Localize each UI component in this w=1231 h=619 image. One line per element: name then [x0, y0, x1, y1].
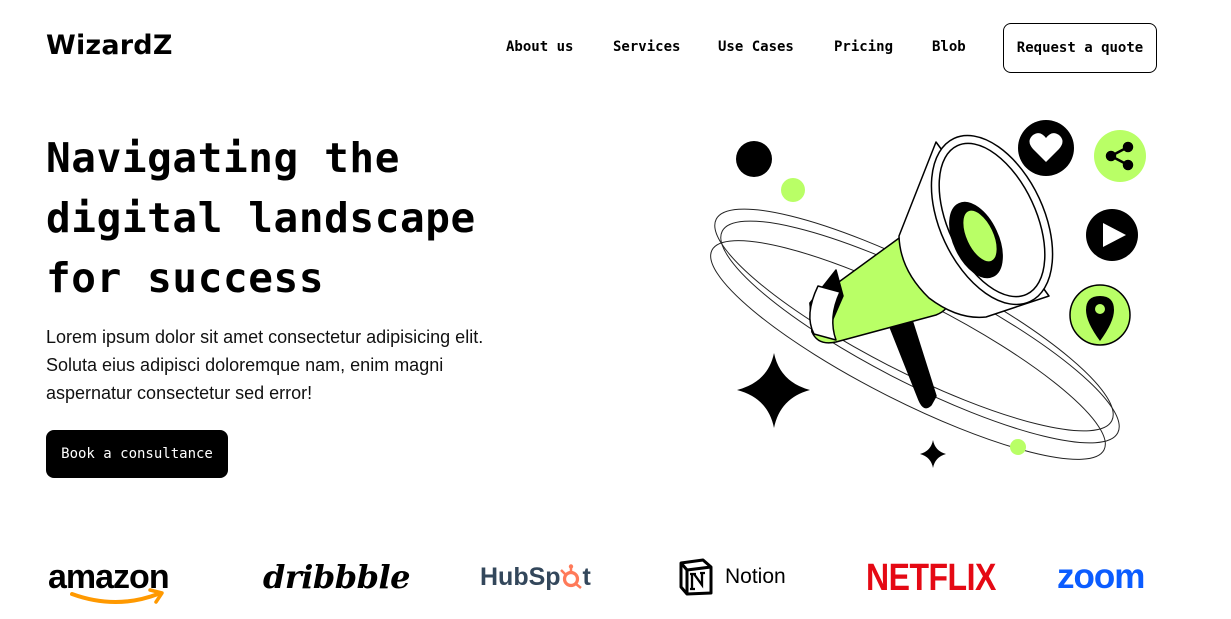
- notion-cube-icon: [679, 558, 713, 596]
- book-consultance-button[interactable]: Book a consultance: [46, 430, 228, 478]
- zoom-wordmark: zoom: [1057, 557, 1145, 596]
- notion-logo: Notion: [677, 545, 786, 609]
- hubspot-logo: HubSp t: [480, 545, 591, 609]
- hubspot-wordmark-suffix: t: [582, 562, 591, 591]
- green-dot: [781, 178, 805, 202]
- hero-description-line: aspernatur consectetur sed error!: [46, 383, 313, 403]
- green-dot: [1010, 439, 1026, 455]
- share-icon: [1094, 130, 1146, 182]
- hubspot-wordmark-prefix: HubSp: [480, 562, 561, 591]
- hero-description-line: Lorem ipsum dolor sit amet consectetur a…: [46, 327, 484, 347]
- nav-link-blob[interactable]: Blob: [932, 39, 966, 55]
- hubspot-sprocket-icon: [559, 564, 582, 589]
- sparkle-icon: [920, 440, 946, 468]
- black-dot: [736, 141, 772, 177]
- hero-title-line: for success: [46, 254, 325, 302]
- nav-link-about-us[interactable]: About us: [506, 39, 573, 55]
- location-pin-icon: [1069, 284, 1131, 346]
- nav-link-use-cases[interactable]: Use Cases: [718, 39, 794, 55]
- heart-icon: [1018, 120, 1074, 176]
- request-quote-button[interactable]: Request a quote: [1003, 23, 1157, 73]
- notion-wordmark: Notion: [725, 565, 786, 588]
- hero-illustration: [700, 110, 1160, 490]
- netflix-logo: NETFLIX: [866, 545, 996, 609]
- nav-link-pricing[interactable]: Pricing: [834, 39, 893, 55]
- amazon-smile-icon: [70, 588, 164, 604]
- hero-title-line: digital landscape: [46, 194, 476, 242]
- brand-logos-row: amazon dribbble HubSp t Notion NETFLIX z…: [0, 545, 1231, 615]
- netflix-wordmark: NETFLIX: [866, 554, 996, 598]
- dribbble-wordmark: dribbble: [263, 558, 411, 596]
- nav-link-services[interactable]: Services: [613, 39, 680, 55]
- sparkle-icon: [737, 353, 810, 428]
- hero-title-line: Navigating the: [46, 134, 400, 182]
- hero-title: Navigating the digital landscape for suc…: [46, 128, 606, 308]
- dribbble-logo: dribbble: [263, 545, 411, 609]
- play-icon: [1086, 209, 1138, 261]
- amazon-logo: amazon: [48, 545, 170, 609]
- hero-description-line: Soluta eius adipisci doloremque nam, eni…: [46, 355, 444, 375]
- hero-description: Lorem ipsum dolor sit amet consectetur a…: [46, 323, 526, 407]
- zoom-logo: zoom: [1057, 545, 1145, 609]
